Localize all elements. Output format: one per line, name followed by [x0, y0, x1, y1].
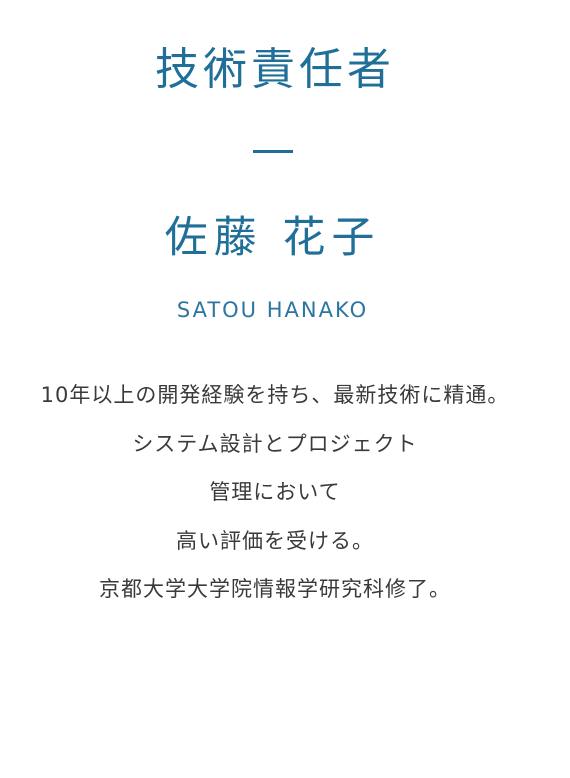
- title-divider: [253, 150, 293, 153]
- bio-line: 京都大学大学院情報学研究科修了。: [99, 577, 451, 601]
- job-title: 技術責任者: [155, 44, 395, 95]
- bio-line: 10年以上の開発経験を持ち、最新技術に精通。: [40, 383, 510, 407]
- bio-line: 高い評価を受ける。: [176, 528, 374, 553]
- profile-bio: 10年以上の開発経験を持ち、最新技術に精通。 システム設計とプロジェクト 管理に…: [0, 377, 550, 620]
- profile-card: 技術責任者 佐藤 花子 SATOU HANAKO 10年以上の開発経験を持ち、最…: [0, 0, 570, 778]
- person-name-romaji: SATOU HANAKO: [176, 298, 369, 322]
- bio-line: システム設計とプロジェクト: [132, 431, 418, 456]
- bio-line: 管理において: [209, 480, 341, 504]
- person-name: 佐藤 花子: [164, 213, 381, 263]
